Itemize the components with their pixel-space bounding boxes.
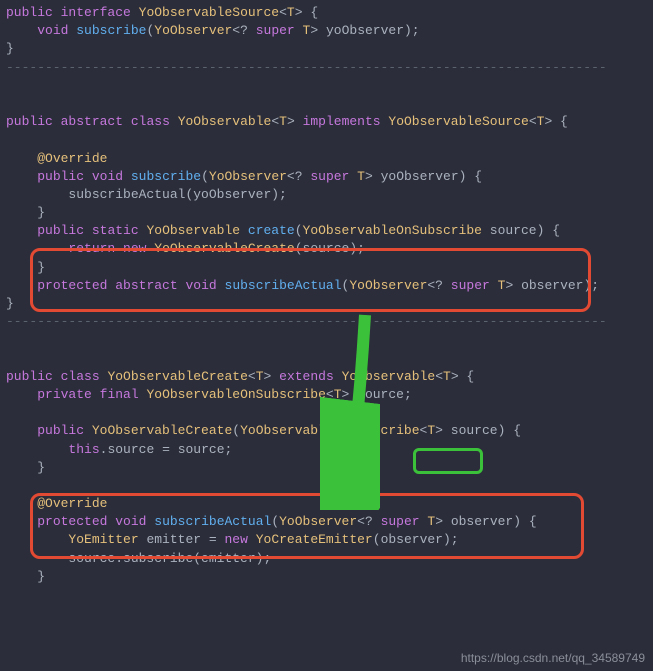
watermark: https://blog.csdn.net/qq_34589749	[461, 650, 645, 667]
code-block: public interface YoObservableSource<T> {…	[0, 0, 653, 590]
separator: ----------------------------------------…	[6, 60, 607, 75]
separator: ----------------------------------------…	[6, 314, 607, 329]
